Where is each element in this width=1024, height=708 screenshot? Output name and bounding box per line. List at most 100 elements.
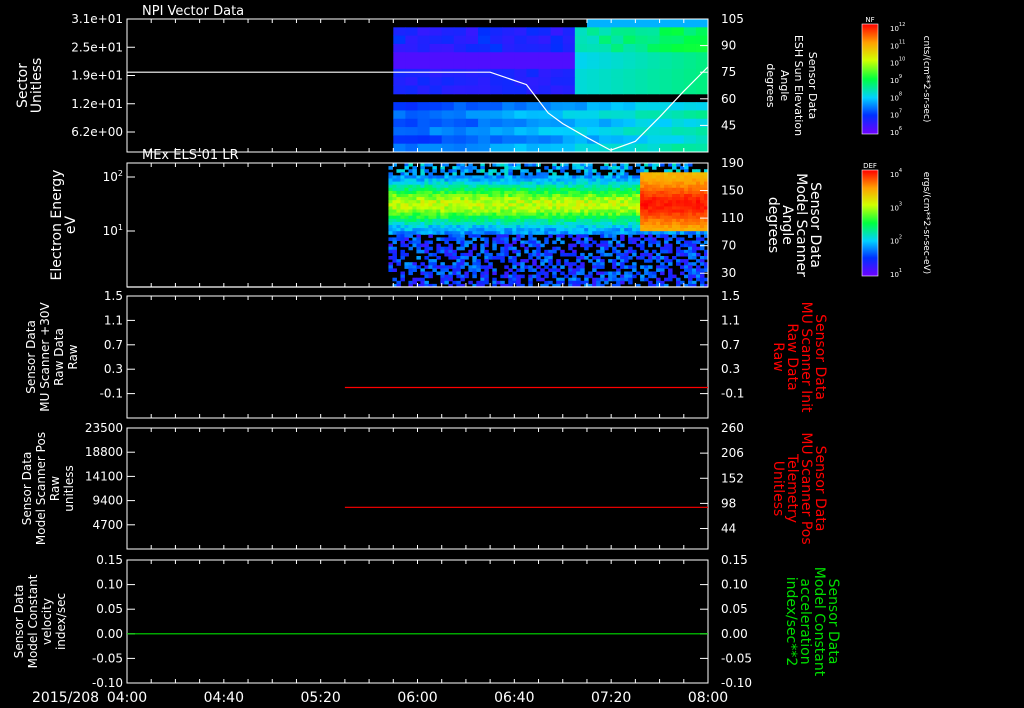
heatmap-cell xyxy=(464,190,469,195)
heatmap-cell xyxy=(640,225,645,229)
heatmap-cell xyxy=(700,175,705,179)
heatmap-cell xyxy=(574,52,588,62)
heatmap-cell xyxy=(572,249,577,254)
heatmap-cell xyxy=(668,163,673,167)
heatmap-cell xyxy=(696,274,701,279)
heatmap-cell xyxy=(464,194,469,198)
heatmap-cell xyxy=(508,215,513,220)
heatmap-cell xyxy=(508,169,513,173)
heatmap-cell xyxy=(488,228,493,232)
heatmap-cell xyxy=(472,221,477,226)
heatmap-cell xyxy=(444,175,449,179)
heatmap-cell xyxy=(490,60,503,70)
heatmap-cell xyxy=(532,228,537,232)
heatmap-cell xyxy=(484,194,489,198)
heatmap-cell xyxy=(664,181,669,186)
heatmap-cell xyxy=(400,172,405,176)
heatmap-cell xyxy=(624,172,629,176)
heatmap-cell xyxy=(688,178,693,183)
heatmap-cell xyxy=(700,178,705,183)
heatmap-cell xyxy=(516,221,521,226)
heatmap-cell xyxy=(576,268,581,272)
heatmap-cell xyxy=(404,178,409,183)
heatmap-cell xyxy=(620,169,625,173)
heatmap-cell xyxy=(572,228,577,232)
heatmap-cell xyxy=(500,206,505,210)
heatmap-cell xyxy=(548,231,553,235)
heatmap-cell xyxy=(623,118,636,128)
heatmap-cell xyxy=(596,280,601,285)
heatmap-cell xyxy=(484,221,489,226)
heatmap-cell xyxy=(676,277,681,282)
heatmap-cell xyxy=(628,277,633,282)
heatmap-cell xyxy=(400,203,405,207)
heatmap-cell xyxy=(478,135,491,145)
panel-1: NPI Vector Data3.1e+012.5e+011.9e+011.2e… xyxy=(15,4,819,153)
heatmap-cell xyxy=(460,184,465,189)
heatmap-cell xyxy=(548,215,553,220)
heatmap-cell xyxy=(576,209,581,214)
heatmap-cell xyxy=(660,262,665,266)
heatmap-cell xyxy=(600,200,605,204)
heatmap-cell xyxy=(520,218,525,223)
right-tick-label: 1.1 xyxy=(721,313,740,327)
heatmap-cell xyxy=(524,240,529,245)
heatmap-cell xyxy=(592,212,597,217)
heatmap-cell xyxy=(524,218,529,223)
heatmap-cell xyxy=(676,181,681,186)
heatmap-cell xyxy=(680,221,685,226)
heatmap-cell xyxy=(526,43,540,53)
heatmap-cell xyxy=(405,43,418,53)
heatmap-cell xyxy=(504,252,509,257)
heatmap-cell xyxy=(692,178,697,183)
heatmap-cell xyxy=(584,175,589,179)
heatmap-cell xyxy=(448,277,453,282)
heatmap-cell xyxy=(508,268,513,272)
heatmap-cell xyxy=(608,228,613,232)
heatmap-cell xyxy=(484,277,489,282)
heatmap-cell xyxy=(516,163,521,167)
heatmap-cell xyxy=(432,197,437,201)
heatmap-cell xyxy=(632,209,637,214)
heatmap-cell xyxy=(396,203,401,207)
heatmap-cell xyxy=(405,127,418,136)
heatmap-cell xyxy=(564,172,569,176)
heatmap-cell xyxy=(562,60,576,70)
heatmap-cell xyxy=(644,277,649,282)
heatmap-cell xyxy=(524,178,529,183)
heatmap-cell xyxy=(416,209,421,214)
heatmap-cell xyxy=(536,209,541,214)
heatmap-cell xyxy=(420,169,425,173)
heatmap-cell xyxy=(544,194,549,198)
heatmap-cell xyxy=(508,200,513,204)
heatmap-cell xyxy=(392,190,397,195)
heatmap-cell xyxy=(695,135,709,145)
heatmap-cell xyxy=(660,194,665,198)
heatmap-cell xyxy=(490,77,503,86)
heatmap-cell xyxy=(671,143,685,153)
heatmap-cell xyxy=(520,262,525,266)
heatmap-cell xyxy=(640,246,645,251)
heatmap-cell xyxy=(472,231,477,235)
heatmap-cell xyxy=(588,237,593,241)
heatmap-cell xyxy=(448,197,453,201)
heatmap-cell xyxy=(440,271,445,276)
heatmap-cell xyxy=(647,68,661,78)
heatmap-cell xyxy=(692,225,697,229)
heatmap-cell xyxy=(484,231,489,235)
heatmap-cell xyxy=(484,280,489,285)
heatmap-cell xyxy=(432,187,437,192)
heatmap-cell xyxy=(644,181,649,186)
heatmap-cell xyxy=(405,135,418,145)
heatmap-cell xyxy=(560,265,565,269)
heatmap-cell xyxy=(436,206,441,210)
heatmap-cell xyxy=(512,240,517,245)
heatmap-cell xyxy=(540,271,545,276)
heatmap-cell xyxy=(683,19,697,28)
heatmap-cell xyxy=(572,268,577,272)
heatmap-cell xyxy=(592,197,597,201)
left-tick-label: 0.00 xyxy=(96,627,123,641)
heatmap-cell xyxy=(568,175,573,179)
heatmap-cell xyxy=(492,163,497,167)
heatmap-cell xyxy=(416,243,421,248)
